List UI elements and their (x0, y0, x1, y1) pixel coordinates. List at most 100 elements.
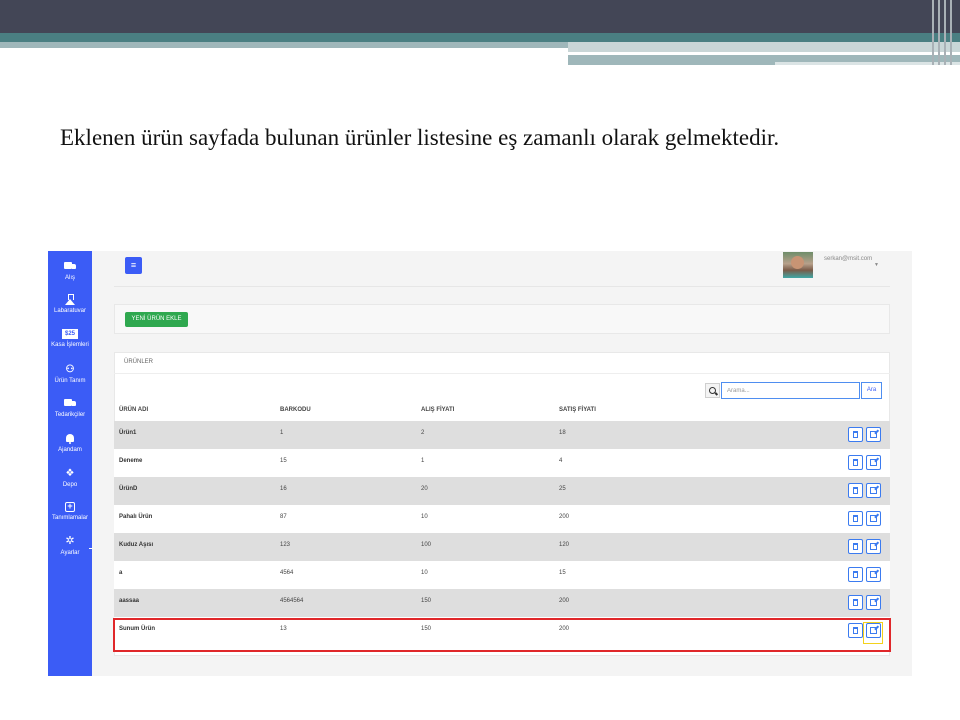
sell-price-cell: 15 (559, 570, 566, 576)
new-row-highlight (113, 618, 891, 652)
sidebar-item-tedarikciler[interactable]: Tedarikçiler (48, 398, 92, 419)
hamburger-icon: ≡ (130, 260, 137, 270)
table-row: Kuduz Aşısı 123 100 120 (114, 533, 890, 561)
search-input[interactable] (721, 382, 860, 399)
buy-price-cell: 150 (421, 598, 432, 604)
buy-price-cell: 10 (421, 570, 428, 576)
product-name-cell: aassaa (119, 598, 140, 604)
edit-icon (870, 459, 877, 466)
barcode-cell: 123 (280, 542, 291, 548)
sidebar-item-urun-tanim[interactable]: ⚇ Ürün Tanım (48, 364, 92, 385)
sidebar: Alış Labaratuvar $25 Kasa İşlemleri ⚇ Ür… (48, 251, 92, 676)
buy-price-cell: 2 (421, 430, 425, 436)
edit-icon (870, 431, 877, 438)
barcode-cell: 15 (280, 458, 287, 464)
edit-icon (870, 599, 877, 606)
slide-corner-lines (928, 0, 960, 65)
search-button[interactable]: Ara (861, 382, 882, 399)
trash-icon (853, 599, 858, 606)
trash-icon (853, 459, 858, 466)
sidebar-item-label: Labaratuvar (53, 308, 87, 314)
sell-price-cell: 120 (559, 542, 570, 548)
product-name-cell: Deneme (119, 458, 143, 464)
table-row: a 4564 10 15 (114, 561, 890, 589)
avatar[interactable] (783, 252, 813, 278)
app-screenshot: Alış Labaratuvar $25 Kasa İşlemleri ⚇ Ür… (48, 251, 912, 676)
bell-icon (63, 433, 77, 444)
sidebar-item-tanimlamalar[interactable]: + Tanımlamalar (48, 502, 92, 522)
edit-button[interactable] (866, 455, 881, 470)
barcode-cell: 1 (280, 430, 284, 436)
slide-header-band-light (0, 42, 568, 48)
trash-icon (853, 431, 858, 438)
search-icon[interactable] (705, 383, 720, 398)
trash-icon (853, 571, 858, 578)
delete-button[interactable] (848, 427, 863, 442)
sidebar-item-label: Depo (62, 482, 78, 488)
delete-button[interactable] (848, 595, 863, 610)
edit-button[interactable] (866, 511, 881, 526)
trash-icon (853, 487, 858, 494)
column-header-buy-price: ALIŞ FİYATI (421, 407, 455, 413)
product-name-cell: a (119, 570, 123, 576)
trash-icon (853, 543, 858, 550)
user-email[interactable]: serkan@msit.com (824, 256, 872, 262)
sidebar-item-label: Alış (64, 275, 75, 281)
sidebar-item-alis[interactable]: Alış (48, 261, 92, 282)
buy-price-cell: 100 (421, 542, 432, 548)
sidebar-item-depo[interactable]: ❖ Depo (48, 468, 92, 489)
buy-price-cell: 1 (421, 458, 425, 464)
edit-button[interactable] (866, 539, 881, 554)
add-product-button[interactable]: YENİ ÜRÜN EKLE (125, 312, 188, 327)
sell-price-cell: 4 (559, 458, 563, 464)
column-header-sell-price: SATIŞ FİYATI (559, 407, 596, 413)
sidebar-item-label: Tanımlamalar (51, 515, 88, 521)
table-row: Pahalı Ürün 87 10 200 (114, 505, 890, 533)
barcode-cell: 4564 (280, 570, 294, 576)
sidebar-item-ajandam[interactable]: Ajandam (48, 433, 92, 454)
edit-icon (870, 571, 877, 578)
sidebar-item-ayarlar[interactable]: ✲ Ayarlar (48, 536, 92, 557)
panel-divider (114, 373, 890, 374)
product-name-cell: Ürün1 (119, 430, 137, 436)
edit-button[interactable] (866, 427, 881, 442)
buy-price-cell: 10 (421, 514, 428, 520)
slide-header-band-right (568, 42, 960, 52)
edit-button[interactable] (866, 567, 881, 582)
product-name-cell: Pahalı Ürün (119, 514, 153, 520)
top-navbar (114, 251, 890, 287)
edit-icon (870, 515, 877, 522)
edit-button[interactable] (866, 595, 881, 610)
product-name-cell: Kuduz Aşısı (119, 542, 154, 548)
truck-icon (63, 261, 77, 272)
barcode-cell: 4564564 (280, 598, 304, 604)
flask-icon (63, 294, 77, 305)
delete-button[interactable] (848, 511, 863, 526)
sell-price-cell: 200 (559, 514, 570, 520)
delete-button[interactable] (848, 483, 863, 498)
dropbox-icon: ❖ (65, 468, 75, 479)
sell-price-cell: 18 (559, 430, 566, 436)
menu-toggle-button[interactable]: ≡ (125, 257, 142, 274)
edit-button-highlight (863, 622, 883, 644)
delete-button[interactable] (848, 539, 863, 554)
edit-button[interactable] (866, 483, 881, 498)
buy-price-cell: 20 (421, 486, 428, 492)
sidebar-item-label: Ajandam (58, 447, 82, 453)
sidebar-item-label: Kasa İşlemleri (51, 342, 89, 348)
edit-icon (870, 487, 877, 494)
sidebar-expand-indicator (89, 548, 92, 549)
panel-title: ÜRÜNLER (124, 359, 154, 365)
sidebar-item-kasa-islemleri[interactable]: $25 Kasa İşlemleri (48, 329, 92, 349)
delete-button[interactable] (848, 567, 863, 582)
trash-icon (853, 515, 858, 522)
people-icon: ⚇ (65, 364, 75, 375)
slide-header-bar (0, 0, 960, 33)
sidebar-item-labaratuvar[interactable]: Labaratuvar (48, 294, 92, 315)
chevron-down-icon[interactable]: ▼ (874, 262, 879, 268)
gear-icon: ✲ (65, 535, 75, 547)
money-icon: $25 (62, 329, 78, 339)
delete-button[interactable] (848, 455, 863, 470)
sidebar-item-label: Ayarlar (60, 550, 80, 556)
action-panel (114, 304, 890, 334)
